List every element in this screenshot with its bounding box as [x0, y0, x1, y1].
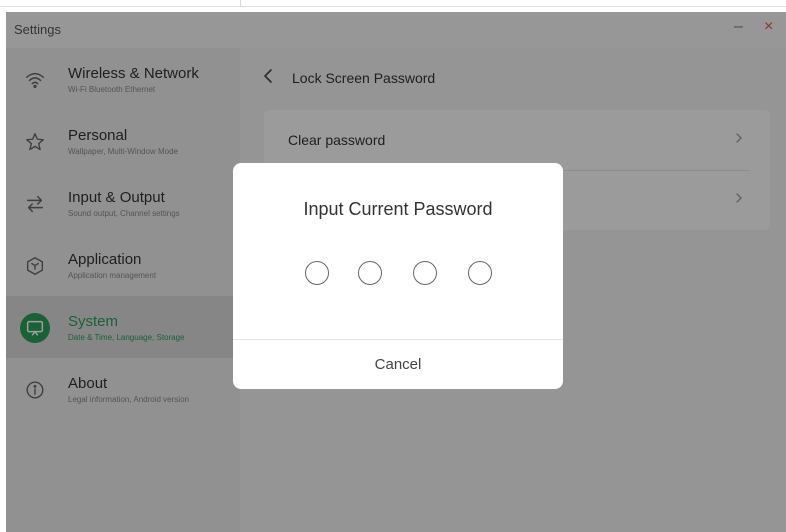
pin-digit-2 — [358, 261, 382, 285]
top-strip — [0, 0, 786, 12]
password-dialog: Input Current Password Cancel — [233, 163, 563, 389]
pin-digit-3 — [413, 261, 437, 285]
dialog-title: Input Current Password — [303, 199, 493, 219]
top-strip-line — [0, 6, 786, 7]
pin-digit-1 — [305, 261, 329, 285]
pin-digit-4 — [468, 261, 492, 285]
cancel-button[interactable]: Cancel — [233, 340, 563, 389]
